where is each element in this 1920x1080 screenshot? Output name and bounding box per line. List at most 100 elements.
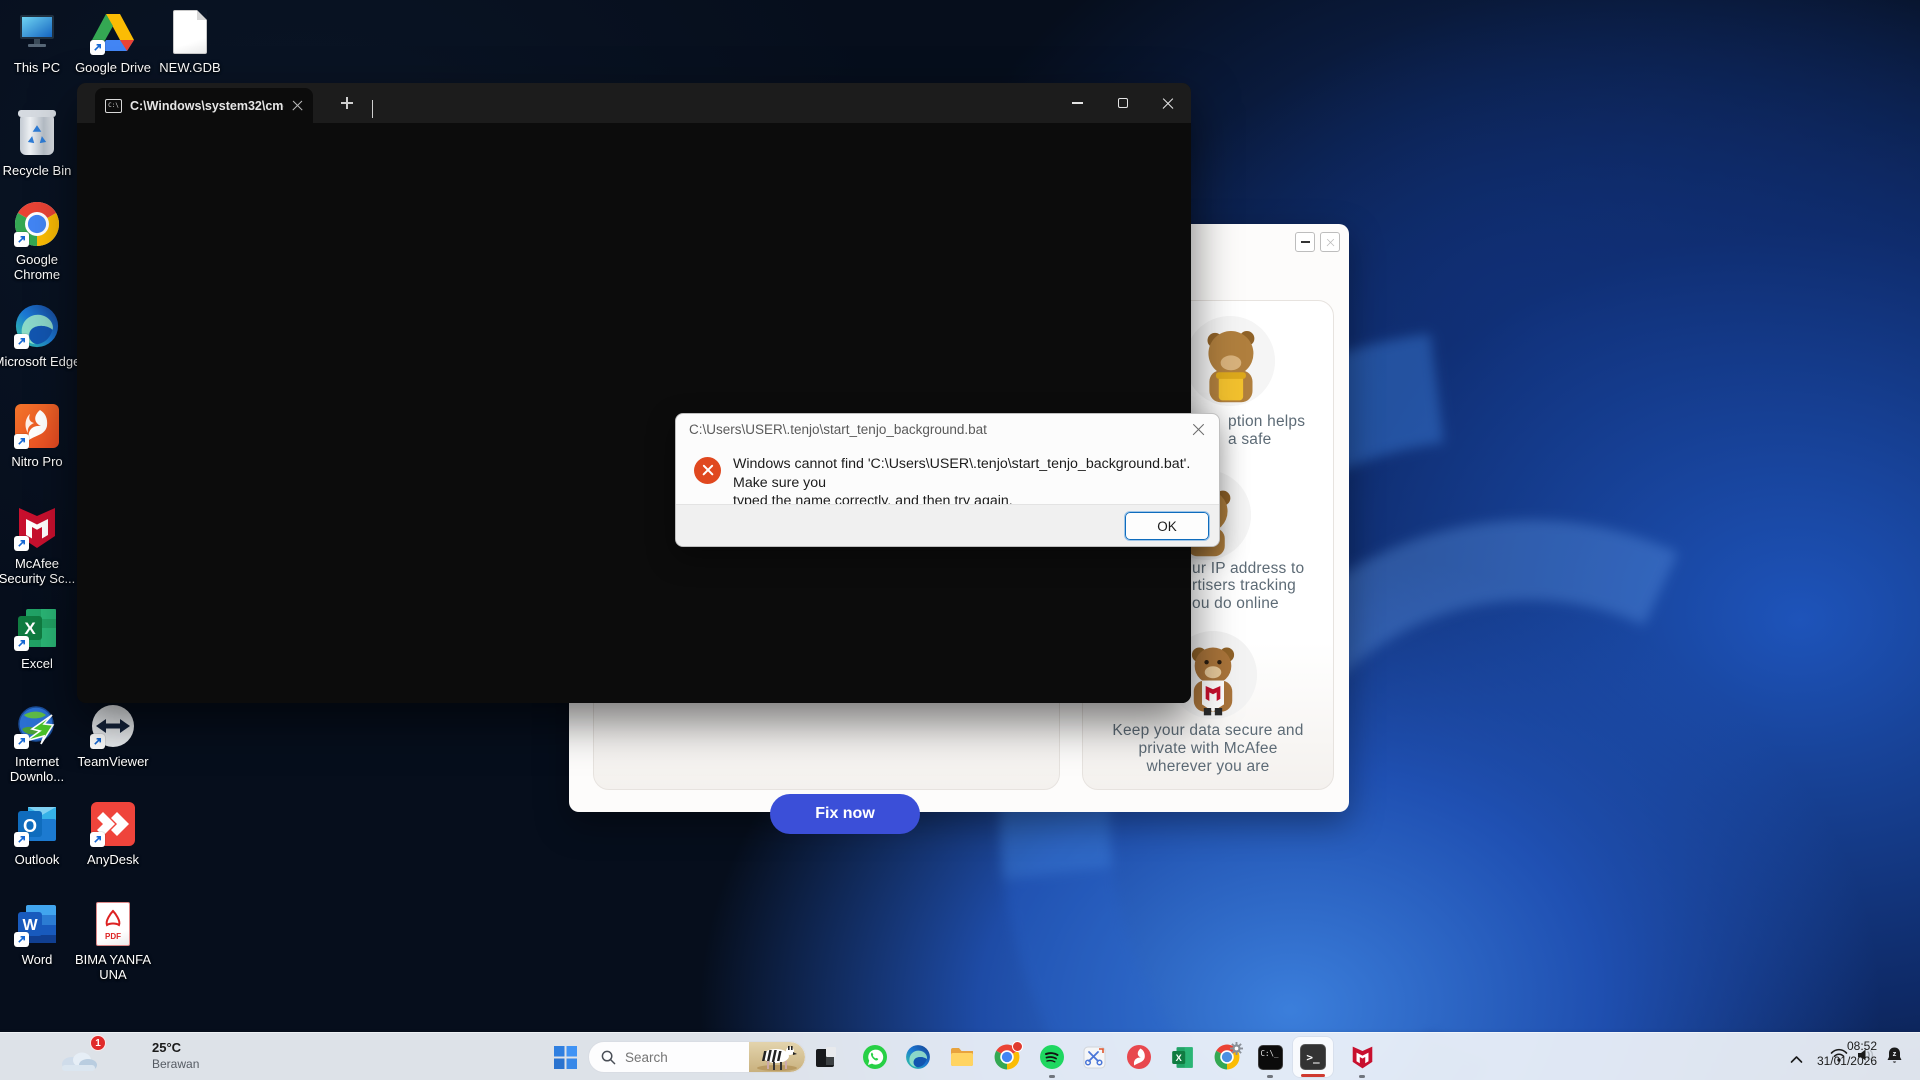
excel-icon: X	[13, 604, 61, 652]
chrome-icon	[13, 200, 61, 248]
mcafee-shield-icon	[13, 504, 61, 552]
notification-bell-icon[interactable]: z	[1886, 1046, 1903, 1070]
mcafee-close-button[interactable]	[1320, 232, 1340, 252]
whatsapp-icon	[862, 1044, 888, 1070]
edge-icon	[13, 302, 61, 350]
taskbar-app-snipping-tool[interactable]	[1081, 1044, 1107, 1070]
start-button[interactable]	[552, 1044, 578, 1070]
svg-text:X: X	[1175, 1052, 1182, 1062]
chrome-notification-badge	[1012, 1041, 1023, 1052]
gear-icon	[1230, 1042, 1243, 1055]
terminal-close-button[interactable]	[1145, 83, 1191, 123]
taskbar-app-nitro-pro[interactable]	[1126, 1044, 1152, 1070]
taskbar-app-excel[interactable]: X	[1169, 1044, 1195, 1070]
tab-dropdown-button[interactable]	[372, 100, 373, 118]
promo3-text-line3: wherever you are	[1082, 758, 1334, 776]
promo1-text-line2: a safe	[1228, 431, 1271, 449]
desktop-icon-microsoft-edge[interactable]: Microsoft Edge	[0, 302, 82, 369]
terminal-maximize-button[interactable]	[1100, 83, 1146, 123]
edge-icon	[905, 1044, 931, 1070]
taskbar-app-chrome[interactable]	[994, 1044, 1020, 1070]
desktop-icon-new-gdb[interactable]: NEW.GDB	[145, 8, 235, 75]
terminal-minimize-button[interactable]	[1054, 83, 1100, 123]
terminal-titlebar[interactable]: C:\ C:\Windows\system32\cmd.e	[77, 83, 1191, 123]
word-icon: W	[13, 900, 61, 948]
search-daily-image-zebra	[749, 1042, 805, 1072]
taskbar-clock[interactable]: 08:52 31/01/2026	[1817, 1039, 1877, 1069]
cloud-icon	[58, 1047, 98, 1073]
dialog-title: C:\Users\USER\.tenjo\start_tenjo_backgro…	[689, 422, 987, 437]
spotify-icon	[1039, 1044, 1065, 1070]
running-indicator	[1049, 1075, 1055, 1078]
taskbar-app-cmd[interactable]: C:\_	[1257, 1044, 1283, 1070]
desktop-icon-label: Microsoft Edge	[0, 354, 82, 369]
svg-text:z: z	[1893, 1049, 1897, 1058]
shortcut-arrow-icon	[14, 932, 29, 947]
promo1-text-line1: ption helps	[1228, 413, 1305, 431]
weather-widget[interactable]: 1 25°C Berawan	[58, 1037, 238, 1077]
desktop-icon-teamviewer[interactable]: TeamViewer	[68, 702, 158, 769]
desktop-icon-mcafee[interactable]: McAfee Security Sc...	[0, 504, 82, 587]
taskbar-app-chrome-settings[interactable]	[1214, 1044, 1240, 1070]
running-indicator	[1359, 1075, 1365, 1078]
shortcut-arrow-icon	[14, 232, 29, 247]
snipping-tool-icon	[1082, 1045, 1107, 1070]
taskbar-app-whatsapp[interactable]	[862, 1044, 888, 1070]
shortcut-arrow-icon	[14, 832, 29, 847]
tab-close-icon[interactable]	[292, 100, 303, 111]
taskbar-app-edge[interactable]	[905, 1044, 931, 1070]
google-drive-icon	[89, 8, 137, 56]
desktop-icon-excel[interactable]: X Excel	[0, 604, 82, 671]
desktop-icon-label: Recycle Bin	[0, 163, 82, 178]
recycle-bin-icon	[13, 111, 61, 159]
running-indicator	[1267, 1075, 1273, 1078]
weather-condition: Berawan	[152, 1057, 199, 1071]
mcafee-minimize-button[interactable]	[1295, 232, 1315, 252]
taskbar: 1 25°C Berawan	[0, 1032, 1920, 1080]
desktop-icon-google-chrome[interactable]: Google Chrome	[0, 200, 82, 283]
fix-now-button[interactable]: Fix now	[770, 794, 920, 834]
dialog-message-line1: Windows cannot find 'C:\Users\USER\.tenj…	[733, 455, 1203, 492]
taskbar-app-windows-terminal[interactable]: >_	[1300, 1044, 1326, 1070]
desktop-icon-label: NEW.GDB	[145, 60, 235, 75]
dialog-footer: OK	[676, 504, 1219, 546]
taskbar-app-spotify[interactable]	[1039, 1044, 1065, 1070]
desktop-icon-recycle-bin[interactable]: Recycle Bin	[0, 111, 82, 178]
shortcut-arrow-icon	[14, 734, 29, 749]
excel-icon: X	[1170, 1045, 1195, 1070]
shortcut-arrow-icon	[14, 334, 29, 349]
weather-badge: 1	[90, 1035, 106, 1051]
error-dialog: C:\Users\USER\.tenjo\start_tenjo_backgro…	[675, 413, 1220, 547]
dialog-close-icon[interactable]	[1192, 423, 1205, 436]
desktop-icon-label: Excel	[0, 656, 82, 671]
ok-button[interactable]: OK	[1125, 512, 1209, 540]
hidden-icons-chevron[interactable]	[1790, 1051, 1803, 1069]
taskbar-app-widgets[interactable]	[813, 1044, 839, 1070]
weather-temperature: 25°C	[152, 1040, 181, 1055]
taskbar-app-mcafee[interactable]	[1349, 1044, 1375, 1070]
windows-logo-icon	[554, 1046, 577, 1069]
desktop-icon-label: Google Chrome	[0, 252, 82, 283]
desktop-icon-label: Nitro Pro	[0, 454, 82, 469]
taskbar-app-file-explorer[interactable]	[949, 1044, 975, 1070]
active-app-indicator	[1301, 1074, 1325, 1077]
anydesk-icon	[89, 800, 137, 848]
idm-globe-icon	[13, 702, 61, 750]
promo2-text-line3: ou do online	[1192, 595, 1279, 613]
search-box[interactable]	[588, 1041, 806, 1073]
nitro-pro-icon	[1126, 1044, 1152, 1070]
windows-terminal-icon: >_	[1300, 1044, 1326, 1070]
promo-bear-honey-image	[1185, 316, 1275, 406]
shortcut-arrow-icon	[90, 40, 105, 55]
desktop-icon-anydesk[interactable]: AnyDesk	[68, 800, 158, 867]
search-input[interactable]	[625, 1050, 730, 1065]
desktop-icon-label: McAfee Security Sc...	[0, 556, 82, 587]
desktop-icon-label: TeamViewer	[68, 754, 158, 769]
desktop-icon-nitro-pro[interactable]: Nitro Pro	[0, 402, 82, 469]
terminal-tab[interactable]: C:\ C:\Windows\system32\cmd.e	[95, 88, 313, 123]
tray-date: 31/01/2026	[1817, 1054, 1877, 1069]
outlook-icon: O	[13, 800, 61, 848]
desktop-icon-bima-pdf[interactable]: PDF BIMA YANFA UNA	[68, 900, 158, 983]
search-icon	[601, 1050, 616, 1065]
error-icon	[694, 457, 721, 484]
